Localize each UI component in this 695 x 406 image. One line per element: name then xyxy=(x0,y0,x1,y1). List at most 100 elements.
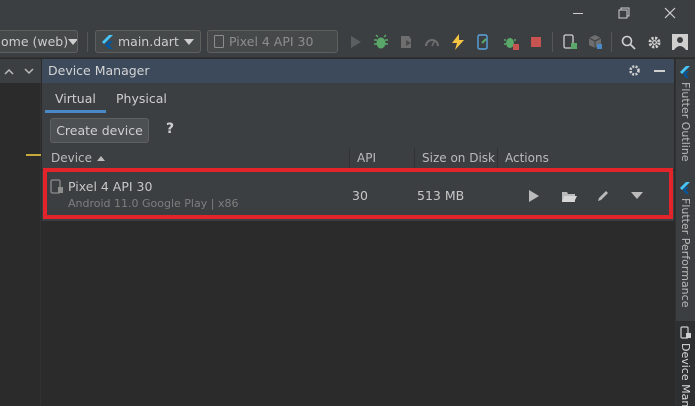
sdk-manager-button[interactable] xyxy=(586,33,604,51)
browser-target-label: ome (web) xyxy=(1,34,69,49)
column-divider[interactable] xyxy=(349,148,350,170)
device-tabs: Virtual Physical xyxy=(42,84,674,113)
device-manager-button[interactable] xyxy=(561,33,579,51)
play-icon xyxy=(351,36,361,48)
pencil-icon xyxy=(598,191,608,201)
device-table: Device API Size on Disk Actions Pixel 4 … xyxy=(42,148,674,406)
toolbar-separator xyxy=(87,32,88,52)
create-device-button[interactable]: Create device xyxy=(50,118,149,143)
column-header-api[interactable]: API xyxy=(357,151,376,165)
panel-actions: Create device ? xyxy=(42,114,674,148)
chevron-down-icon xyxy=(184,38,194,45)
tab-physical[interactable]: Physical xyxy=(106,84,177,113)
flutter-icon xyxy=(680,66,690,78)
bug-attach-icon xyxy=(504,38,519,50)
column-divider[interactable] xyxy=(497,148,498,170)
phone-icon xyxy=(214,35,224,48)
chevron-up-icon[interactable] xyxy=(4,68,14,75)
device-restart-icon xyxy=(477,34,488,50)
tab-label: Virtual xyxy=(55,91,96,106)
device-manager-icon xyxy=(563,34,577,49)
account-button[interactable] xyxy=(671,33,689,51)
tab-virtual[interactable]: Virtual xyxy=(45,84,106,113)
close-icon xyxy=(664,7,676,19)
device-manager-panel: Device Manager Virtual Physical Create d… xyxy=(42,59,674,406)
device-selector-label: Pixel 4 API 30 xyxy=(229,34,314,49)
search-button[interactable] xyxy=(619,33,637,51)
folder-open-icon xyxy=(562,191,577,202)
stop-button[interactable] xyxy=(527,33,545,51)
column-label: Size on Disk xyxy=(422,151,495,165)
debug-button[interactable] xyxy=(372,33,390,51)
gear-icon xyxy=(648,36,660,48)
panel-title: Device Manager xyxy=(48,63,150,78)
column-label: API xyxy=(357,151,376,165)
device-manager-icon xyxy=(680,326,691,339)
column-header-device[interactable]: Device xyxy=(51,151,106,165)
settings-button[interactable] xyxy=(645,33,663,51)
profile-button[interactable] xyxy=(423,33,441,51)
column-label: Actions xyxy=(505,151,549,165)
warning-marker xyxy=(26,154,41,156)
panel-header: Device Manager xyxy=(42,59,674,83)
virtual-device-icon xyxy=(50,179,63,194)
edit-device-button[interactable] xyxy=(594,187,612,205)
launch-device-button[interactable] xyxy=(525,187,543,205)
search-icon xyxy=(621,35,636,50)
hot-reload-button[interactable] xyxy=(449,33,467,51)
attach-debugger-button[interactable] xyxy=(502,33,520,51)
more-actions-button[interactable] xyxy=(628,187,646,205)
column-header-size[interactable]: Size on Disk xyxy=(422,151,495,165)
run-with-coverage-button[interactable] xyxy=(397,33,415,51)
column-header-actions: Actions xyxy=(505,151,549,165)
editor-area xyxy=(0,59,41,406)
help-button[interactable]: ? xyxy=(166,121,174,137)
toolbar-separator xyxy=(611,32,612,52)
gear-icon[interactable] xyxy=(628,64,641,77)
close-button[interactable] xyxy=(647,0,693,26)
avatar-icon xyxy=(672,34,688,50)
device-details: Android 11.0 Google Play | x86 xyxy=(68,197,239,210)
main-toolbar: ome (web) main.dart Pixel 4 API 30 xyxy=(0,26,695,58)
column-label: Device xyxy=(51,151,93,165)
device-api: 30 xyxy=(352,188,368,203)
browser-target-combo[interactable]: ome (web) xyxy=(0,30,78,53)
minimize-button[interactable] xyxy=(555,0,601,26)
device-manager-tool-selected[interactable]: Device Mana xyxy=(676,321,695,406)
flutter-icon xyxy=(102,34,113,49)
device-manager-tool: Device Mana xyxy=(679,343,692,406)
device-size: 513 MB xyxy=(417,188,465,203)
hide-panel-icon[interactable] xyxy=(654,70,665,72)
stop-icon xyxy=(531,37,541,47)
table-header: Device API Size on Disk Actions xyxy=(42,148,674,170)
toolbar-separator xyxy=(552,32,553,52)
window-title-bar xyxy=(0,0,695,26)
hot-restart-button[interactable] xyxy=(474,33,492,51)
device-selector-combo[interactable]: Pixel 4 API 30 xyxy=(207,30,338,53)
restore-icon xyxy=(618,7,630,19)
run-config-combo[interactable]: main.dart xyxy=(95,30,201,53)
column-divider[interactable] xyxy=(414,148,415,170)
lightning-icon xyxy=(452,34,464,50)
coverage-icon xyxy=(401,36,411,48)
sort-ascending-icon xyxy=(97,155,106,161)
run-button[interactable] xyxy=(347,33,365,51)
show-on-disk-button[interactable] xyxy=(560,187,578,205)
device-name: Pixel 4 API 30 xyxy=(68,179,153,194)
flutter-icon xyxy=(680,182,690,194)
chevron-down-icon xyxy=(631,192,643,199)
gauge-icon xyxy=(425,39,439,47)
flutter-outline-tool[interactable]: Flutter Outline xyxy=(679,82,692,162)
chevron-down-icon[interactable] xyxy=(24,68,34,75)
sdk-box-icon xyxy=(588,35,602,49)
tab-label: Physical xyxy=(116,91,167,106)
table-row[interactable]: Pixel 4 API 30 Android 11.0 Google Play … xyxy=(42,171,674,221)
flutter-performance-tool[interactable]: Flutter Performance xyxy=(679,198,692,307)
bug-icon xyxy=(374,34,388,49)
play-icon xyxy=(529,190,539,202)
restore-button[interactable] xyxy=(601,0,647,26)
run-config-label: main.dart xyxy=(118,34,179,49)
editor-header xyxy=(0,59,41,83)
minimize-icon xyxy=(573,12,583,14)
right-tool-window-bar: Flutter Outline Flutter Performance Devi… xyxy=(675,59,695,406)
